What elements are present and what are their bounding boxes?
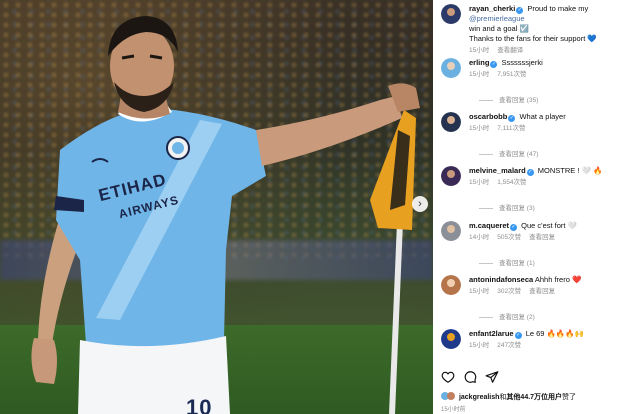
verified-icon: ✓: [514, 332, 522, 339]
shorts-number: 10: [186, 395, 213, 414]
view-replies-link[interactable]: 查看回复 (2): [499, 311, 535, 321]
verified-icon: ✓: [510, 224, 518, 231]
post-actions: [441, 370, 499, 384]
comment-text: Ahhh frero: [534, 275, 570, 284]
reply-link[interactable]: 查看回复: [529, 288, 555, 295]
heart-emoji: 💙: [587, 34, 597, 43]
liked-by-suffix: 赞了: [562, 394, 577, 401]
comment-username[interactable]: m.caqueret: [469, 221, 509, 230]
view-replies-link[interactable]: 查看回复 (35): [499, 94, 538, 104]
comment-emojis: 🤍: [567, 221, 577, 230]
comment-likes[interactable]: 7,111次赞: [497, 125, 525, 132]
comment-likes[interactable]: 247次赞: [497, 342, 521, 349]
comment-time: 14小时: [469, 234, 490, 241]
comment-text: Que c'est fort: [521, 221, 566, 230]
avatar[interactable]: [441, 112, 461, 132]
comment-text: Le 69: [525, 329, 545, 338]
comment-likes[interactable]: 1,554次赞: [497, 179, 526, 186]
comment-time: 15小时: [469, 125, 490, 132]
avatar[interactable]: [441, 329, 461, 349]
comment-time: 15小时: [469, 179, 490, 186]
like-heart-icon[interactable]: [441, 370, 455, 384]
verified-icon: ✓: [516, 7, 524, 14]
comment-username[interactable]: erling: [469, 58, 489, 67]
comment-likes[interactable]: 302次赞: [497, 288, 521, 295]
mention-link[interactable]: @premierleague: [469, 14, 525, 23]
comment-time: 15小时: [469, 288, 490, 295]
avatar[interactable]: [441, 58, 461, 78]
liked-by-summary[interactable]: jackgrealish和其他44.7万位用户赞了: [441, 392, 641, 402]
chevron-right-icon: ›: [418, 198, 422, 210]
comment-likes[interactable]: 505次赞: [497, 234, 521, 241]
avatar[interactable]: [441, 221, 461, 241]
view-replies-link[interactable]: 查看回复 (3): [499, 202, 535, 212]
post-photo[interactable]: 10 ETIHAD AIRWAYS ›: [0, 0, 433, 414]
avatar[interactable]: [441, 166, 461, 186]
comment-text: Proud to make my: [527, 4, 589, 13]
verified-icon: ✓: [490, 61, 498, 68]
avatar[interactable]: [441, 275, 461, 295]
comment-username[interactable]: oscarbobb: [469, 112, 507, 121]
post-time: 15小时前: [441, 407, 466, 413]
liked-by-user[interactable]: jackgrealish: [459, 394, 499, 401]
comments-panel: rayan_cherki ✓ Proud to make my @premierl…: [433, 0, 643, 414]
comment-text-cont: win and a goal: [469, 24, 518, 33]
reply-link[interactable]: 查看回复: [529, 234, 555, 241]
view-replies-link[interactable]: 查看回复 (47): [499, 148, 538, 158]
comment-bubble-icon[interactable]: [463, 370, 477, 384]
comment-time: 15小时: [469, 71, 490, 78]
see-translation-link[interactable]: 查看翻译: [497, 47, 523, 54]
liked-by-count[interactable]: 其他44.7万位用户: [506, 394, 562, 401]
player-figure: [31, 16, 420, 414]
checkbox-emoji: ☑️: [519, 24, 529, 33]
comment-text-line2: Thanks to the fans for their support: [469, 34, 586, 43]
comment-time: 15小时: [469, 342, 490, 349]
liker-avatar: [447, 392, 455, 400]
comment-username[interactable]: rayan_cherki: [469, 4, 515, 13]
comment-emojis: 🤍 🔥: [581, 166, 603, 175]
comment-text: MONSTRE !: [537, 166, 580, 175]
comment-text: What a player: [519, 112, 566, 121]
comment-username[interactable]: melvine_malard: [469, 166, 526, 175]
comment-username[interactable]: antonindafonseca: [469, 275, 533, 284]
comment-likes[interactable]: 7,951次赞: [497, 71, 526, 78]
view-replies-link[interactable]: 查看回复 (1): [499, 257, 535, 267]
comment-text: Sssssssjerki: [501, 58, 543, 67]
comment-emojis: ❤️: [571, 275, 582, 284]
carousel-next-button[interactable]: ›: [412, 196, 428, 212]
comment-emojis: 🔥🔥🔥🙌: [546, 329, 584, 338]
comment-username[interactable]: enfant2larue: [469, 329, 514, 338]
share-send-icon[interactable]: [485, 370, 499, 384]
verified-icon: ✓: [526, 169, 534, 176]
avatar[interactable]: [441, 4, 461, 24]
comment-time: 15小时: [469, 47, 490, 54]
verified-icon: ✓: [508, 115, 516, 122]
